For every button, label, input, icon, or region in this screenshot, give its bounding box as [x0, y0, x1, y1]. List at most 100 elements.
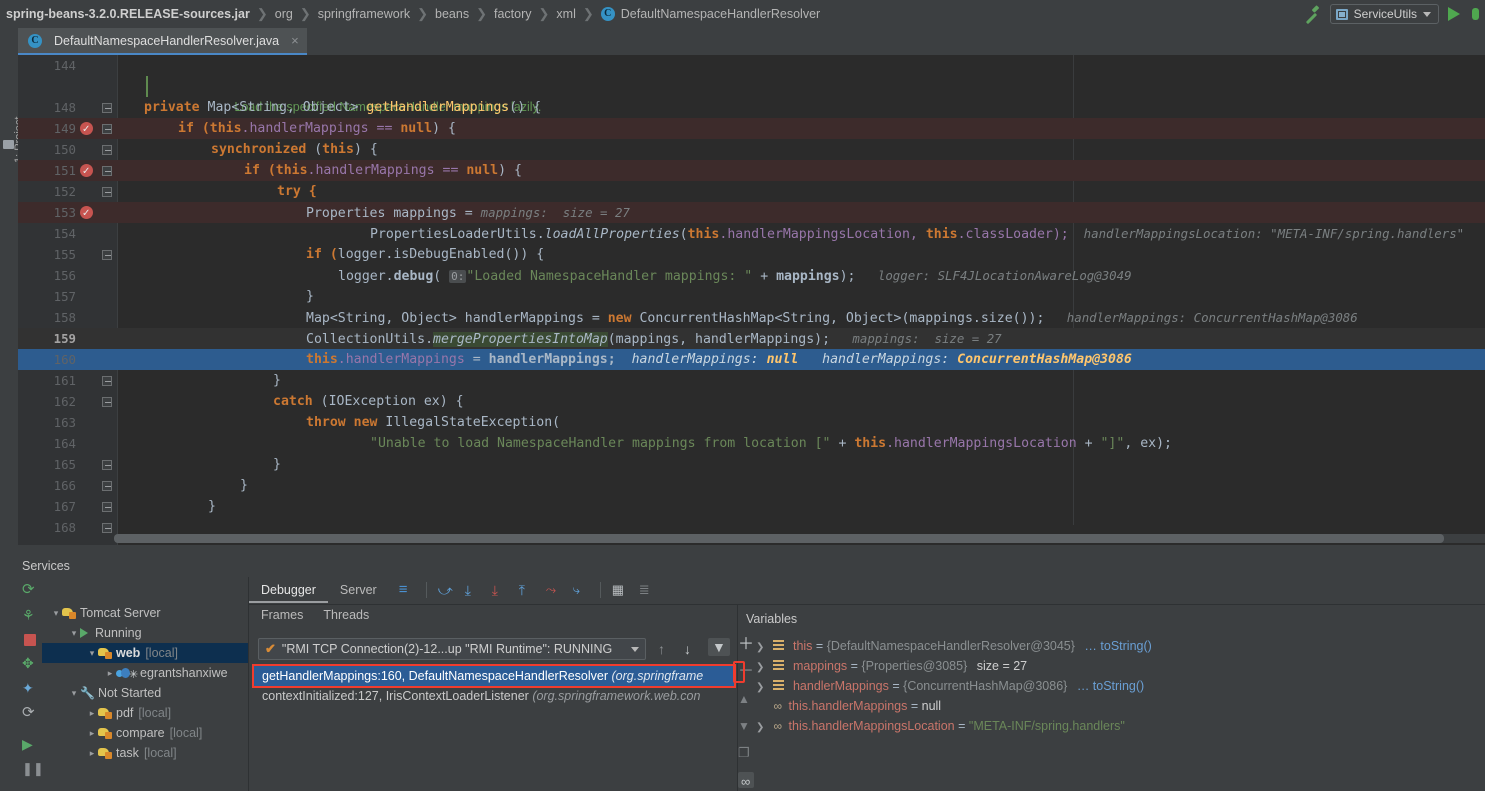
chevron-right-icon[interactable]: ❯: [756, 658, 770, 678]
drop-frame-icon[interactable]: ⤷: [573, 582, 589, 598]
add-icon[interactable]: ＋: [738, 637, 754, 653]
code-lines[interactable]: 144 Load the specified NamespaceHandler …: [18, 55, 1485, 545]
step-over-icon[interactable]: ⤻: [438, 582, 454, 598]
rerun-icon[interactable]: ⟳: [22, 582, 38, 598]
code-line[interactable]: 158 Map<String, Object> handlerMappings …: [18, 307, 1485, 328]
chevron-down-icon[interactable]: ▾: [68, 688, 80, 699]
code-line[interactable]: 166 }: [18, 475, 1485, 496]
fold-marker-icon[interactable]: [102, 397, 112, 407]
breadcrumb-item-class[interactable]: DefaultNamespaceHandlerResolver: [621, 7, 820, 21]
fold-marker-icon[interactable]: [102, 523, 112, 533]
frames-filter-icon[interactable]: ▼: [708, 638, 730, 656]
variable-row-handlerMappings[interactable]: ❯ handlerMappings = {ConcurrentHashMap@3…: [756, 676, 1456, 696]
code-line[interactable]: 150 synchronized (this) {: [18, 139, 1485, 160]
code-line[interactable]: 148 private Map<String, Object> getHandl…: [18, 97, 1485, 118]
breadcrumb-item-factory[interactable]: factory: [494, 7, 532, 21]
breakpoint-icon[interactable]: [80, 206, 93, 219]
tree-item-not-started[interactable]: ▾ 🔧 Not Started: [42, 683, 248, 703]
frame-row[interactable]: contextInitialized:127, IrisContextLoade…: [254, 686, 738, 706]
up-arrow-icon[interactable]: ▲: [738, 691, 754, 707]
frames-list[interactable]: getHandlerMappings:160, DefaultNamespace…: [254, 666, 738, 716]
tab-threads[interactable]: Threads: [323, 608, 369, 622]
thread-selector[interactable]: ✔ "RMI TCP Connection(2)-12...up "RMI Ru…: [258, 638, 646, 660]
debug-icon[interactable]: ⚘: [22, 607, 38, 623]
chevron-down-icon[interactable]: [631, 647, 639, 652]
code-line[interactable]: 154 PropertiesLoaderUtils.loadAllPropert…: [18, 223, 1485, 244]
fold-marker-icon[interactable]: [102, 250, 112, 260]
fold-marker-icon[interactable]: [102, 103, 112, 113]
variable-row-mappings[interactable]: ❯ mappings = {Properties@3085} size = 27: [756, 656, 1456, 676]
chevron-down-icon[interactable]: ▾: [86, 648, 98, 659]
tree-item-compare[interactable]: ▸ compare [local]: [42, 723, 248, 743]
tab-frames[interactable]: Frames: [261, 608, 303, 622]
breadcrumb[interactable]: spring-beans-3.2.0.RELEASE-sources.jar ❯…: [0, 6, 820, 22]
fold-marker-icon[interactable]: [102, 376, 112, 386]
chevron-down-icon[interactable]: ▾: [68, 628, 80, 639]
tree-item-web[interactable]: ▾ web [local]: [42, 643, 248, 663]
code-line-current[interactable]: 159 CollectionUtils.mergePropertiesIntoM…: [18, 328, 1485, 349]
stop-icon[interactable]: [24, 634, 36, 646]
tab-debugger[interactable]: Debugger: [249, 577, 328, 603]
run-configuration-selector[interactable]: ServiceUtils: [1330, 4, 1439, 24]
fold-marker-icon[interactable]: [102, 481, 112, 491]
code-line[interactable]: 164 "Unable to load NamespaceHandler map…: [18, 433, 1485, 454]
chevron-right-icon[interactable]: ▸: [86, 708, 98, 719]
chevron-right-icon[interactable]: ▸: [86, 728, 98, 739]
down-arrow-icon[interactable]: ▼: [738, 718, 754, 734]
hammer-icon[interactable]: [1303, 5, 1321, 23]
evaluate-icon[interactable]: ▦: [612, 582, 628, 598]
code-editor[interactable]: 144 Load the specified NamespaceHandler …: [18, 55, 1485, 545]
tree-item-deployment[interactable]: ▸ ✳ egrantshanxiwe: [42, 663, 248, 683]
code-line[interactable]: 144: [18, 55, 1485, 76]
redeploy-icon[interactable]: ✥: [22, 655, 38, 671]
fold-marker-icon[interactable]: [102, 460, 112, 470]
code-line[interactable]: 162 catch (IOException ex) {: [18, 391, 1485, 412]
code-line-doc[interactable]: Load the specified NamespaceHandler mapp…: [18, 76, 1485, 97]
chevron-down-icon[interactable]: ▾: [50, 608, 62, 619]
close-icon[interactable]: ×: [291, 33, 299, 48]
services-tree[interactable]: ▾ Tomcat Server ▾ Running ▾ web [local] …: [42, 577, 249, 791]
force-step-into-icon[interactable]: ⤓: [492, 582, 508, 598]
breadcrumb-item-xml[interactable]: xml: [556, 7, 575, 21]
chevron-right-icon[interactable]: ❯: [756, 678, 770, 698]
frames-up-icon[interactable]: ↑: [658, 641, 665, 657]
breakpoint-icon[interactable]: [80, 122, 93, 135]
code-line[interactable]: 161 }: [18, 370, 1485, 391]
scrollbar-thumb[interactable]: [114, 534, 1444, 543]
variable-extra[interactable]: … toString(): [1077, 679, 1144, 693]
code-line[interactable]: 165 }: [18, 454, 1485, 475]
editor-horizontal-scrollbar[interactable]: [114, 534, 1485, 543]
breadcrumb-item-org[interactable]: org: [275, 7, 293, 21]
fold-marker-icon[interactable]: [102, 124, 112, 134]
watches-icon[interactable]: ∞: [738, 772, 754, 788]
code-line-execution-point[interactable]: 160 this.handlerMappings = handlerMappin…: [18, 349, 1485, 370]
settings-icon[interactable]: ≣: [639, 582, 655, 598]
debug-bug-icon[interactable]: [1469, 7, 1481, 21]
settings-icon[interactable]: ✦: [22, 680, 38, 696]
code-line[interactable]: 167 }: [18, 496, 1485, 517]
breadcrumb-item-springframework[interactable]: springframework: [318, 7, 410, 21]
breakpoint-icon[interactable]: [80, 164, 93, 177]
run-play-icon[interactable]: [1448, 7, 1460, 21]
tree-item-pdf[interactable]: ▸ pdf [local]: [42, 703, 248, 723]
code-line[interactable]: 155 if (logger.isDebugEnabled()) {: [18, 244, 1485, 265]
editor-tab[interactable]: C DefaultNamespaceHandlerResolver.java ×: [18, 28, 307, 55]
code-line[interactable]: 156 logger.debug( 0:"Loaded NamespaceHan…: [18, 265, 1485, 286]
code-line[interactable]: 151 if (this.handlerMappings == null) {: [18, 160, 1485, 181]
tree-item-running[interactable]: ▾ Running: [42, 623, 248, 643]
tree-item-task[interactable]: ▸ task [local]: [42, 743, 248, 763]
fold-marker-icon[interactable]: [102, 145, 112, 155]
code-line[interactable]: 149 if (this.handlerMappings == null) {: [18, 118, 1485, 139]
pause-icon[interactable]: ❚❚: [22, 761, 38, 777]
variables-list[interactable]: ❯ this = {DefaultNamespaceHandlerResolve…: [756, 636, 1456, 736]
code-line[interactable]: 152 try {: [18, 181, 1485, 202]
variable-row-this-handlerMappings[interactable]: ❯ ∞ this.handlerMappings = null: [756, 696, 1456, 716]
code-line[interactable]: 163 throw new IllegalStateException(: [18, 412, 1485, 433]
variable-extra[interactable]: … toString(): [1084, 639, 1151, 653]
step-into-icon[interactable]: ⤓: [465, 582, 481, 598]
code-line[interactable]: 153 Properties mappings = mappings: size…: [18, 202, 1485, 223]
chevron-right-icon[interactable]: ❯: [756, 718, 770, 738]
variable-row-this-handlerMappingsLocation[interactable]: ❯ ∞ this.handlerMappingsLocation = "META…: [756, 716, 1456, 736]
frame-row-selected[interactable]: getHandlerMappings:160, DefaultNamespace…: [254, 666, 734, 686]
code-line[interactable]: 157 }: [18, 286, 1485, 307]
